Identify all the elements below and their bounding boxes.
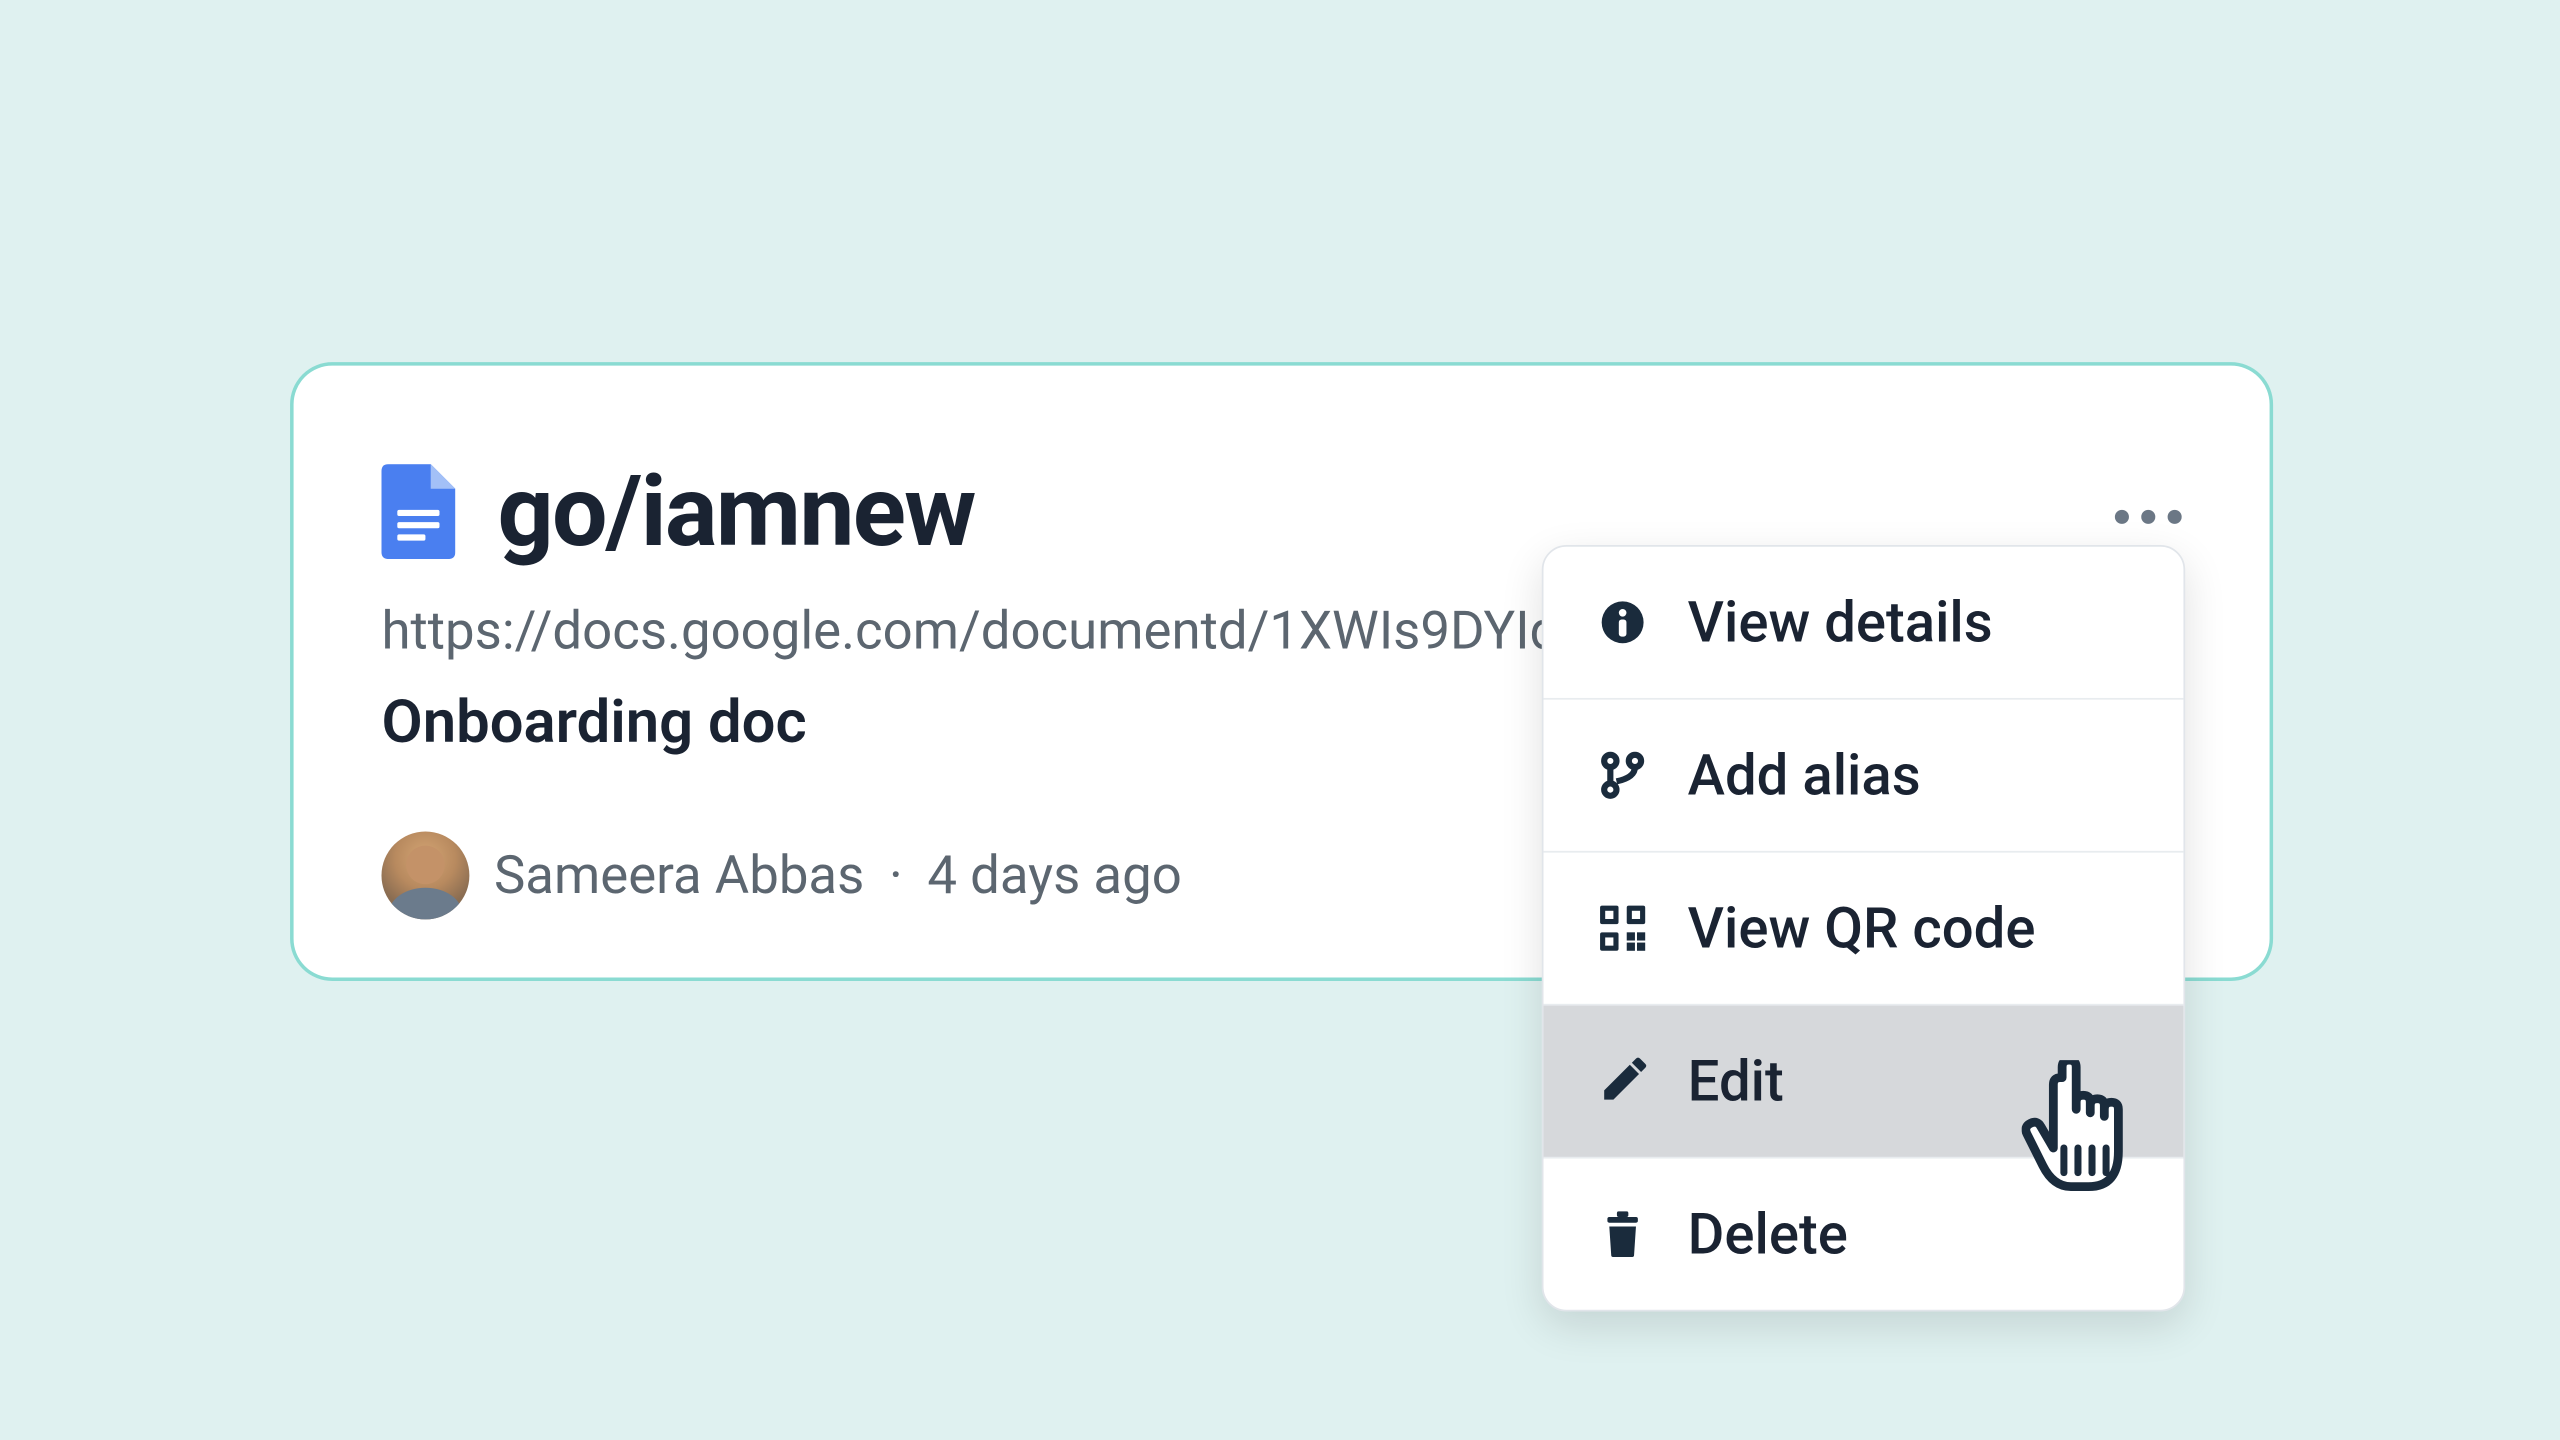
info-icon bbox=[1596, 596, 1649, 649]
menu-item-add-alias[interactable]: Add alias bbox=[1544, 700, 2184, 853]
menu-label: Edit bbox=[1688, 1048, 1784, 1115]
google-doc-icon bbox=[381, 464, 455, 559]
menu-label: View details bbox=[1688, 589, 1993, 656]
menu-item-delete[interactable]: Delete bbox=[1544, 1159, 2184, 1310]
more-options-button[interactable] bbox=[2097, 492, 2199, 541]
menu-label: Delete bbox=[1688, 1201, 1848, 1268]
menu-item-edit[interactable]: Edit bbox=[1544, 1006, 2184, 1159]
trash-icon bbox=[1596, 1208, 1649, 1261]
timestamp: 4 days ago bbox=[927, 845, 1181, 907]
menu-label: View QR code bbox=[1688, 895, 2036, 962]
menu-item-view-qr[interactable]: View QR code bbox=[1544, 853, 2184, 1006]
branch-icon bbox=[1596, 749, 1649, 802]
avatar bbox=[381, 832, 469, 920]
author-name: Sameera Abbas bbox=[494, 845, 864, 907]
menu-item-view-details[interactable]: View details bbox=[1544, 547, 2184, 700]
menu-label: Add alias bbox=[1688, 742, 1921, 809]
qr-code-icon bbox=[1596, 902, 1649, 955]
separator: · bbox=[889, 845, 903, 907]
shortlink-title: go/iamnew bbox=[498, 454, 975, 570]
pencil-icon bbox=[1596, 1055, 1649, 1108]
context-menu: View details Add alias bbox=[1542, 545, 2185, 1311]
